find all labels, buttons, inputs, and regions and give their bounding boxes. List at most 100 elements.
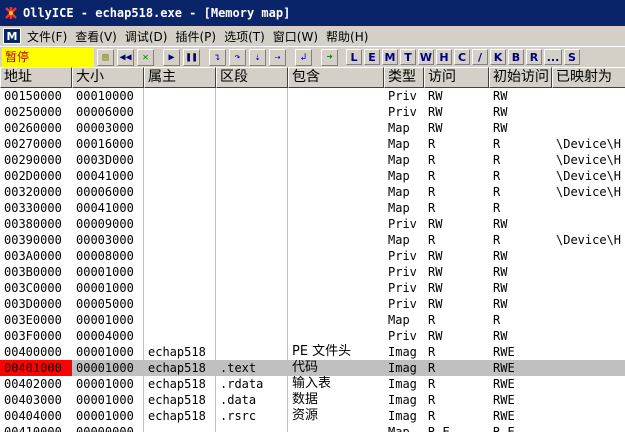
- step-over-icon[interactable]: ↷: [229, 48, 246, 66]
- table-row[interactable]: 002D0000 00041000 Map R R \Device\H: [0, 168, 625, 184]
- cell-address: 00260000: [4, 121, 62, 135]
- window-button-l[interactable]: L: [346, 49, 362, 65]
- cell-initial-access: RWE: [493, 361, 515, 375]
- table-row[interactable]: 00250000 00006000 Priv RW RW: [0, 104, 625, 120]
- cell-owner: [144, 136, 216, 152]
- cell-initial-access: RW: [493, 121, 508, 135]
- title-bar[interactable]: OllyICE - echap518.exe - [Memory map]: [0, 0, 625, 26]
- cell-address: 00410000: [4, 425, 62, 432]
- window-button-k[interactable]: K: [490, 49, 506, 65]
- cell-section: [216, 200, 288, 216]
- table-row[interactable]: 00150000 00010000 Priv RW RW: [0, 88, 625, 104]
- menu-window[interactable]: 窗口(W): [271, 28, 324, 45]
- table-row[interactable]: 00270000 00016000 Map R R \Device\H: [0, 136, 625, 152]
- column-header-access[interactable]: 访问: [424, 67, 489, 88]
- pause-icon[interactable]: ❚❚: [183, 48, 200, 66]
- table-row[interactable]: 003F0000 00004000 Priv RW RW: [0, 328, 625, 344]
- cell-size: 00001000: [76, 345, 134, 359]
- table-row[interactable]: 00380000 00009000 Priv RW RW: [0, 216, 625, 232]
- cell-section: [216, 296, 288, 312]
- column-header-initial-access[interactable]: 初始访问: [489, 67, 552, 88]
- cell-mapped-as: [552, 312, 625, 328]
- window-button-r[interactable]: R: [526, 49, 542, 65]
- column-header-section[interactable]: 区段: [216, 67, 288, 88]
- window-button-m[interactable]: M: [382, 49, 398, 65]
- table-row[interactable]: 00390000 00003000 Map R R \Device\H: [0, 232, 625, 248]
- table-row[interactable]: 00320000 00006000 Map R R \Device\H: [0, 184, 625, 200]
- window-button-patches[interactable]: /: [472, 49, 488, 65]
- goto-icon[interactable]: ➜: [321, 48, 338, 66]
- execute-till-return-icon[interactable]: ↲: [295, 48, 312, 66]
- run-icon[interactable]: ▶: [163, 48, 180, 66]
- cell-mapped-as: [552, 424, 625, 432]
- cell-size: 00006000: [76, 185, 134, 199]
- menu-debug[interactable]: 调试(D): [123, 28, 174, 45]
- cell-section: [216, 232, 288, 248]
- table-row[interactable]: 00400000 00001000 echap518 PE 文件头 Imag R RWE: [0, 344, 625, 360]
- window-button-s[interactable]: S: [564, 49, 580, 65]
- cell-contains: [288, 424, 384, 432]
- cell-owner: [144, 280, 216, 296]
- menu-file[interactable]: 文件(F): [25, 28, 73, 45]
- table-row[interactable]: 003C0000 00001000 Priv RW RW: [0, 280, 625, 296]
- cell-type: Priv: [388, 297, 417, 311]
- cell-contains: [288, 248, 384, 264]
- cell-access: R: [428, 233, 436, 247]
- column-header-address[interactable]: 地址: [0, 67, 72, 88]
- column-header-type[interactable]: 类型: [384, 67, 424, 88]
- cell-initial-access: R: [493, 169, 501, 183]
- column-header-contains[interactable]: 包含: [288, 67, 384, 88]
- table-row[interactable]: 003A0000 00008000 Priv RW RW: [0, 248, 625, 264]
- column-header-owner[interactable]: 属主: [144, 67, 216, 88]
- window-button-b[interactable]: B: [508, 49, 524, 65]
- cell-type: Imag: [388, 361, 417, 375]
- step-into-icon[interactable]: ↴: [209, 48, 226, 66]
- menu-plugins[interactable]: 插件(P): [173, 28, 222, 45]
- cell-contains: [288, 264, 384, 280]
- menu-view[interactable]: 查看(V): [73, 28, 123, 45]
- cell-section: [216, 136, 288, 152]
- cell-initial-access: R: [493, 153, 501, 167]
- memory-map-window-icon[interactable]: M: [3, 28, 21, 44]
- cell-initial-access: R: [493, 313, 501, 327]
- table-row[interactable]: 00290000 0003D000 Map R R \Device\H: [0, 152, 625, 168]
- cell-mapped-as: [552, 360, 625, 376]
- cell-mapped-as: \Device\H: [556, 185, 622, 199]
- cell-type: Map: [388, 137, 410, 151]
- cell-initial-access: RW: [493, 217, 508, 231]
- memory-map-table[interactable]: 00150000 00010000 Priv RW RW 00250000 00006000…: [0, 88, 625, 432]
- window-button-e[interactable]: E: [364, 49, 380, 65]
- table-row[interactable]: 003B0000 00001000 Priv RW RW: [0, 264, 625, 280]
- menu-help[interactable]: 帮助(H): [324, 28, 374, 45]
- cell-mapped-as: [552, 104, 625, 120]
- table-row[interactable]: 00404000 00001000 echap518 .rsrc 资源 Imag R RWE: [0, 408, 625, 424]
- window-button-w[interactable]: W: [418, 49, 434, 65]
- table-row[interactable]: 003E0000 00001000 Map R R: [0, 312, 625, 328]
- column-header-size[interactable]: 大小: [72, 67, 144, 88]
- column-header-mapped-as[interactable]: 已映射为: [552, 67, 625, 88]
- table-row[interactable]: 00330000 00041000 Map R R: [0, 200, 625, 216]
- table-row[interactable]: 00260000 00003000 Map RW RW: [0, 120, 625, 136]
- cell-size: 0003D000: [76, 153, 134, 167]
- cell-type: Priv: [388, 217, 417, 231]
- menu-options[interactable]: 选项(T): [222, 28, 271, 45]
- trace-over-icon[interactable]: ⇢: [269, 48, 286, 66]
- table-row[interactable]: 00410000 00000000 Map R E R E: [0, 424, 625, 432]
- table-row[interactable]: 00401000 00001000 echap518 .text 代码 Imag R RWE: [0, 360, 625, 376]
- window-button-t[interactable]: T: [400, 49, 416, 65]
- cell-owner: [144, 328, 216, 344]
- window-button-more[interactable]: ...: [544, 49, 562, 65]
- close-icon[interactable]: ✕: [137, 48, 154, 66]
- ollyice-logo-icon: [3, 5, 19, 21]
- table-row[interactable]: 00402000 00001000 echap518 .rdata 输入表 Imag R RW…: [0, 376, 625, 392]
- open-icon[interactable]: ▤: [97, 48, 114, 66]
- restart-icon[interactable]: ◀◀: [117, 48, 134, 66]
- window-button-c[interactable]: C: [454, 49, 470, 65]
- trace-into-icon[interactable]: ⇣: [249, 48, 266, 66]
- cell-initial-access: R: [493, 201, 501, 215]
- table-row[interactable]: 003D0000 00005000 Priv RW RW: [0, 296, 625, 312]
- cell-initial-access: RWE: [493, 377, 515, 391]
- table-row[interactable]: 00403000 00001000 echap518 .data 数据 Imag R RWE: [0, 392, 625, 408]
- cell-address: 00404000: [4, 409, 62, 423]
- window-button-h[interactable]: H: [436, 49, 452, 65]
